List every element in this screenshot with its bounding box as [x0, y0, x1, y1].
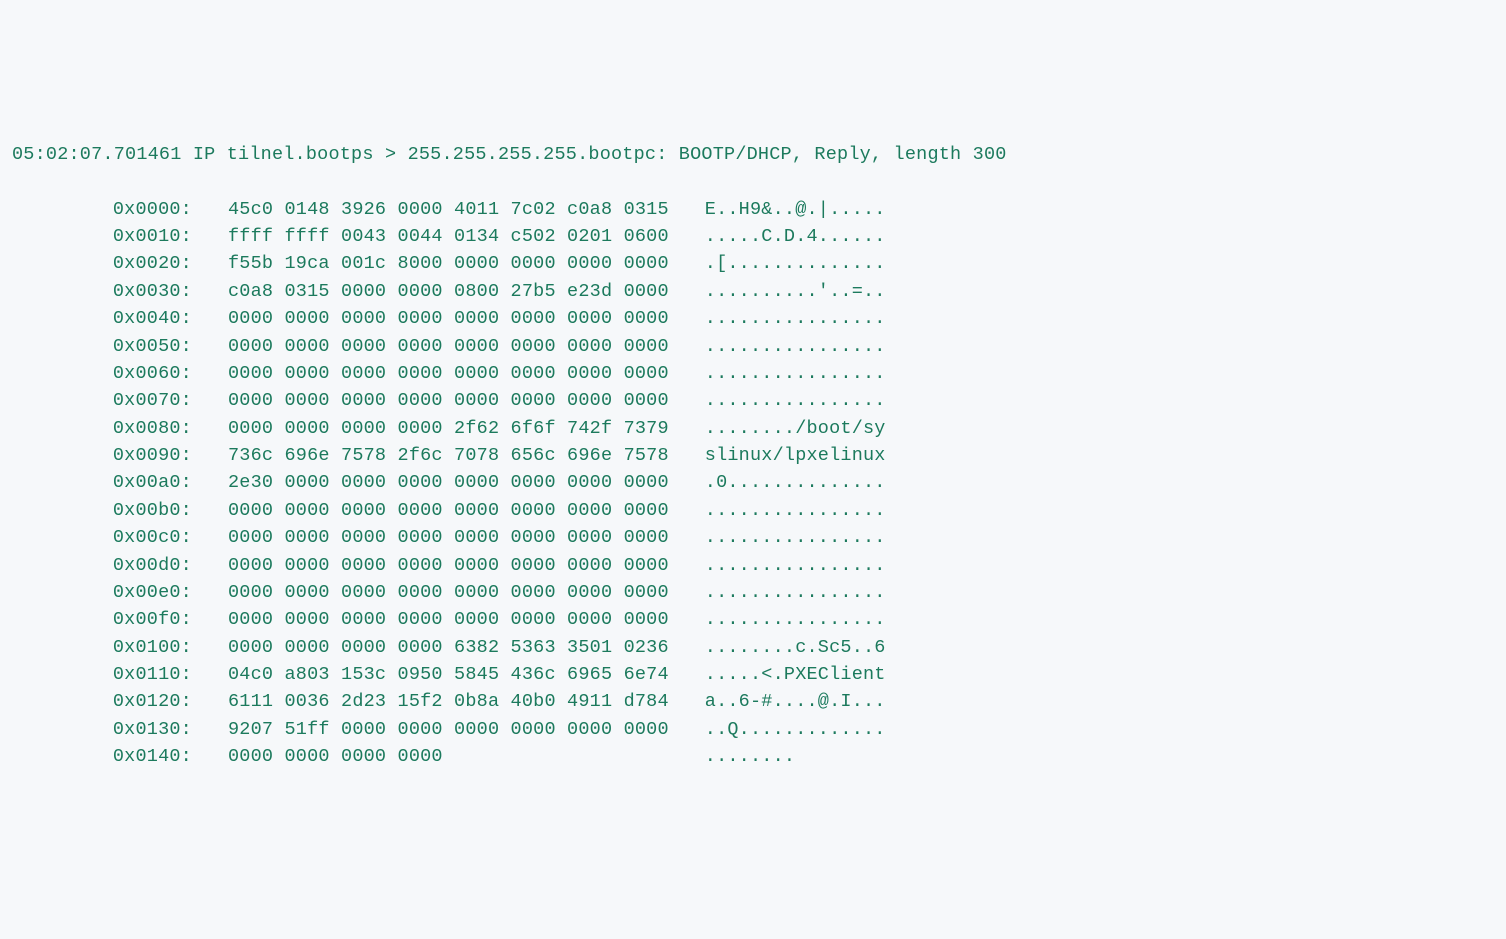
hex-row: 0x00b0:0000 0000 0000 0000 0000 0000 000…	[12, 497, 1494, 524]
hex-row: 0x00e0:0000 0000 0000 0000 0000 0000 000…	[12, 579, 1494, 606]
hex-row: 0x0070:0000 0000 0000 0000 0000 0000 000…	[12, 387, 1494, 414]
offset: 0x0110:	[12, 661, 192, 688]
header-text: 05:02:07.701461 IP tilnel.bootps > 255.2…	[12, 144, 1007, 165]
ascii: E..H9&..@.|.....	[669, 196, 886, 223]
hex-row: 0x0060:0000 0000 0000 0000 0000 0000 000…	[12, 360, 1494, 387]
offset: 0x0030:	[12, 278, 192, 305]
hex-bytes: ffff ffff 0043 0044 0134 c502 0201 0600	[192, 223, 669, 250]
hex-row: 0x0120:6111 0036 2d23 15f2 0b8a 40b0 491…	[12, 688, 1494, 715]
offset: 0x00c0:	[12, 524, 192, 551]
hex-row: 0x0000:45c0 0148 3926 0000 4011 7c02 c0a…	[12, 196, 1494, 223]
hex-bytes: f55b 19ca 001c 8000 0000 0000 0000 0000	[192, 250, 669, 277]
ascii: .....<.PXEClient	[669, 661, 886, 688]
hex-row: 0x00a0:2e30 0000 0000 0000 0000 0000 000…	[12, 469, 1494, 496]
hex-row: 0x0100:0000 0000 0000 0000 6382 5363 350…	[12, 634, 1494, 661]
packet-header: 05:02:07.701461 IP tilnel.bootps > 255.2…	[12, 141, 1494, 168]
offset: 0x0080:	[12, 415, 192, 442]
ascii: .[..............	[669, 250, 886, 277]
hex-bytes: 2e30 0000 0000 0000 0000 0000 0000 0000	[192, 469, 669, 496]
offset: 0x00a0:	[12, 469, 192, 496]
hex-bytes: c0a8 0315 0000 0000 0800 27b5 e23d 0000	[192, 278, 669, 305]
hex-bytes: 0000 0000 0000 0000 0000 0000 0000 0000	[192, 579, 669, 606]
offset: 0x0130:	[12, 716, 192, 743]
ascii: ................	[669, 305, 886, 332]
ascii: ................	[669, 552, 886, 579]
offset: 0x0020:	[12, 250, 192, 277]
offset: 0x00f0:	[12, 606, 192, 633]
hex-bytes: 0000 0000 0000 0000 0000 0000 0000 0000	[192, 360, 669, 387]
ascii: ................	[669, 387, 886, 414]
offset: 0x0060:	[12, 360, 192, 387]
hex-bytes: 0000 0000 0000 0000 2f62 6f6f 742f 7379	[192, 415, 669, 442]
ascii: ........c.Sc5..6	[669, 634, 886, 661]
hex-bytes: 0000 0000 0000 0000 0000 0000 0000 0000	[192, 497, 669, 524]
offset: 0x0070:	[12, 387, 192, 414]
offset: 0x0000:	[12, 196, 192, 223]
ascii: .....C.D.4......	[669, 223, 886, 250]
offset: 0x0120:	[12, 688, 192, 715]
hex-bytes: 9207 51ff 0000 0000 0000 0000 0000 0000	[192, 716, 669, 743]
hex-row: 0x0130:9207 51ff 0000 0000 0000 0000 000…	[12, 716, 1494, 743]
ascii: ................	[669, 524, 886, 551]
offset: 0x00b0:	[12, 497, 192, 524]
offset: 0x0090:	[12, 442, 192, 469]
ascii: ................	[669, 333, 886, 360]
hex-row: 0x00c0:0000 0000 0000 0000 0000 0000 000…	[12, 524, 1494, 551]
ascii: a..6-#....@.I...	[669, 688, 886, 715]
ascii: ................	[669, 497, 886, 524]
hex-bytes: 736c 696e 7578 2f6c 7078 656c 696e 7578	[192, 442, 669, 469]
hex-bytes: 0000 0000 0000 0000 0000 0000 0000 0000	[192, 552, 669, 579]
offset: 0x0040:	[12, 305, 192, 332]
hex-bytes: 0000 0000 0000 0000 0000 0000 0000 0000	[192, 524, 669, 551]
hex-bytes: 6111 0036 2d23 15f2 0b8a 40b0 4911 d784	[192, 688, 669, 715]
hex-bytes: 0000 0000 0000 0000 0000 0000 0000 0000	[192, 606, 669, 633]
hex-bytes: 04c0 a803 153c 0950 5845 436c 6965 6e74	[192, 661, 669, 688]
ascii: ................	[669, 579, 886, 606]
offset: 0x0010:	[12, 223, 192, 250]
ascii: ......../boot/sy	[669, 415, 886, 442]
hex-row: 0x0080:0000 0000 0000 0000 2f62 6f6f 742…	[12, 415, 1494, 442]
hex-row: 0x00d0:0000 0000 0000 0000 0000 0000 000…	[12, 552, 1494, 579]
offset: 0x0050:	[12, 333, 192, 360]
offset: 0x00d0:	[12, 552, 192, 579]
hex-row: 0x0140:0000 0000 0000 0000 ........	[12, 743, 1494, 770]
hex-row: 0x0090:736c 696e 7578 2f6c 7078 656c 696…	[12, 442, 1494, 469]
ascii: slinux/lpxelinux	[669, 442, 886, 469]
ascii: .0..............	[669, 469, 886, 496]
hex-row: 0x0110:04c0 a803 153c 0950 5845 436c 696…	[12, 661, 1494, 688]
hex-row: 0x0050:0000 0000 0000 0000 0000 0000 000…	[12, 333, 1494, 360]
ascii: ..Q.............	[669, 716, 886, 743]
hex-row: 0x0020:f55b 19ca 001c 8000 0000 0000 000…	[12, 250, 1494, 277]
hex-bytes: 0000 0000 0000 0000 0000 0000 0000 0000	[192, 333, 669, 360]
hex-row: 0x00f0:0000 0000 0000 0000 0000 0000 000…	[12, 606, 1494, 633]
ascii: ........	[669, 743, 795, 770]
offset: 0x0140:	[12, 743, 192, 770]
hex-row: 0x0040:0000 0000 0000 0000 0000 0000 000…	[12, 305, 1494, 332]
hex-bytes: 0000 0000 0000 0000 0000 0000 0000 0000	[192, 387, 669, 414]
ascii: ................	[669, 606, 886, 633]
ascii: ..........'..=..	[669, 278, 886, 305]
hex-bytes: 45c0 0148 3926 0000 4011 7c02 c0a8 0315	[192, 196, 669, 223]
hex-bytes: 0000 0000 0000 0000 0000 0000 0000 0000	[192, 305, 669, 332]
offset: 0x0100:	[12, 634, 192, 661]
hex-row: 0x0030:c0a8 0315 0000 0000 0800 27b5 e23…	[12, 278, 1494, 305]
offset: 0x00e0:	[12, 579, 192, 606]
hex-bytes: 0000 0000 0000 0000 6382 5363 3501 0236	[192, 634, 669, 661]
packet-dump: 05:02:07.701461 IP tilnel.bootps > 255.2…	[12, 114, 1494, 798]
hex-bytes: 0000 0000 0000 0000	[192, 743, 669, 770]
ascii: ................	[669, 360, 886, 387]
hex-row: 0x0010:ffff ffff 0043 0044 0134 c502 020…	[12, 223, 1494, 250]
